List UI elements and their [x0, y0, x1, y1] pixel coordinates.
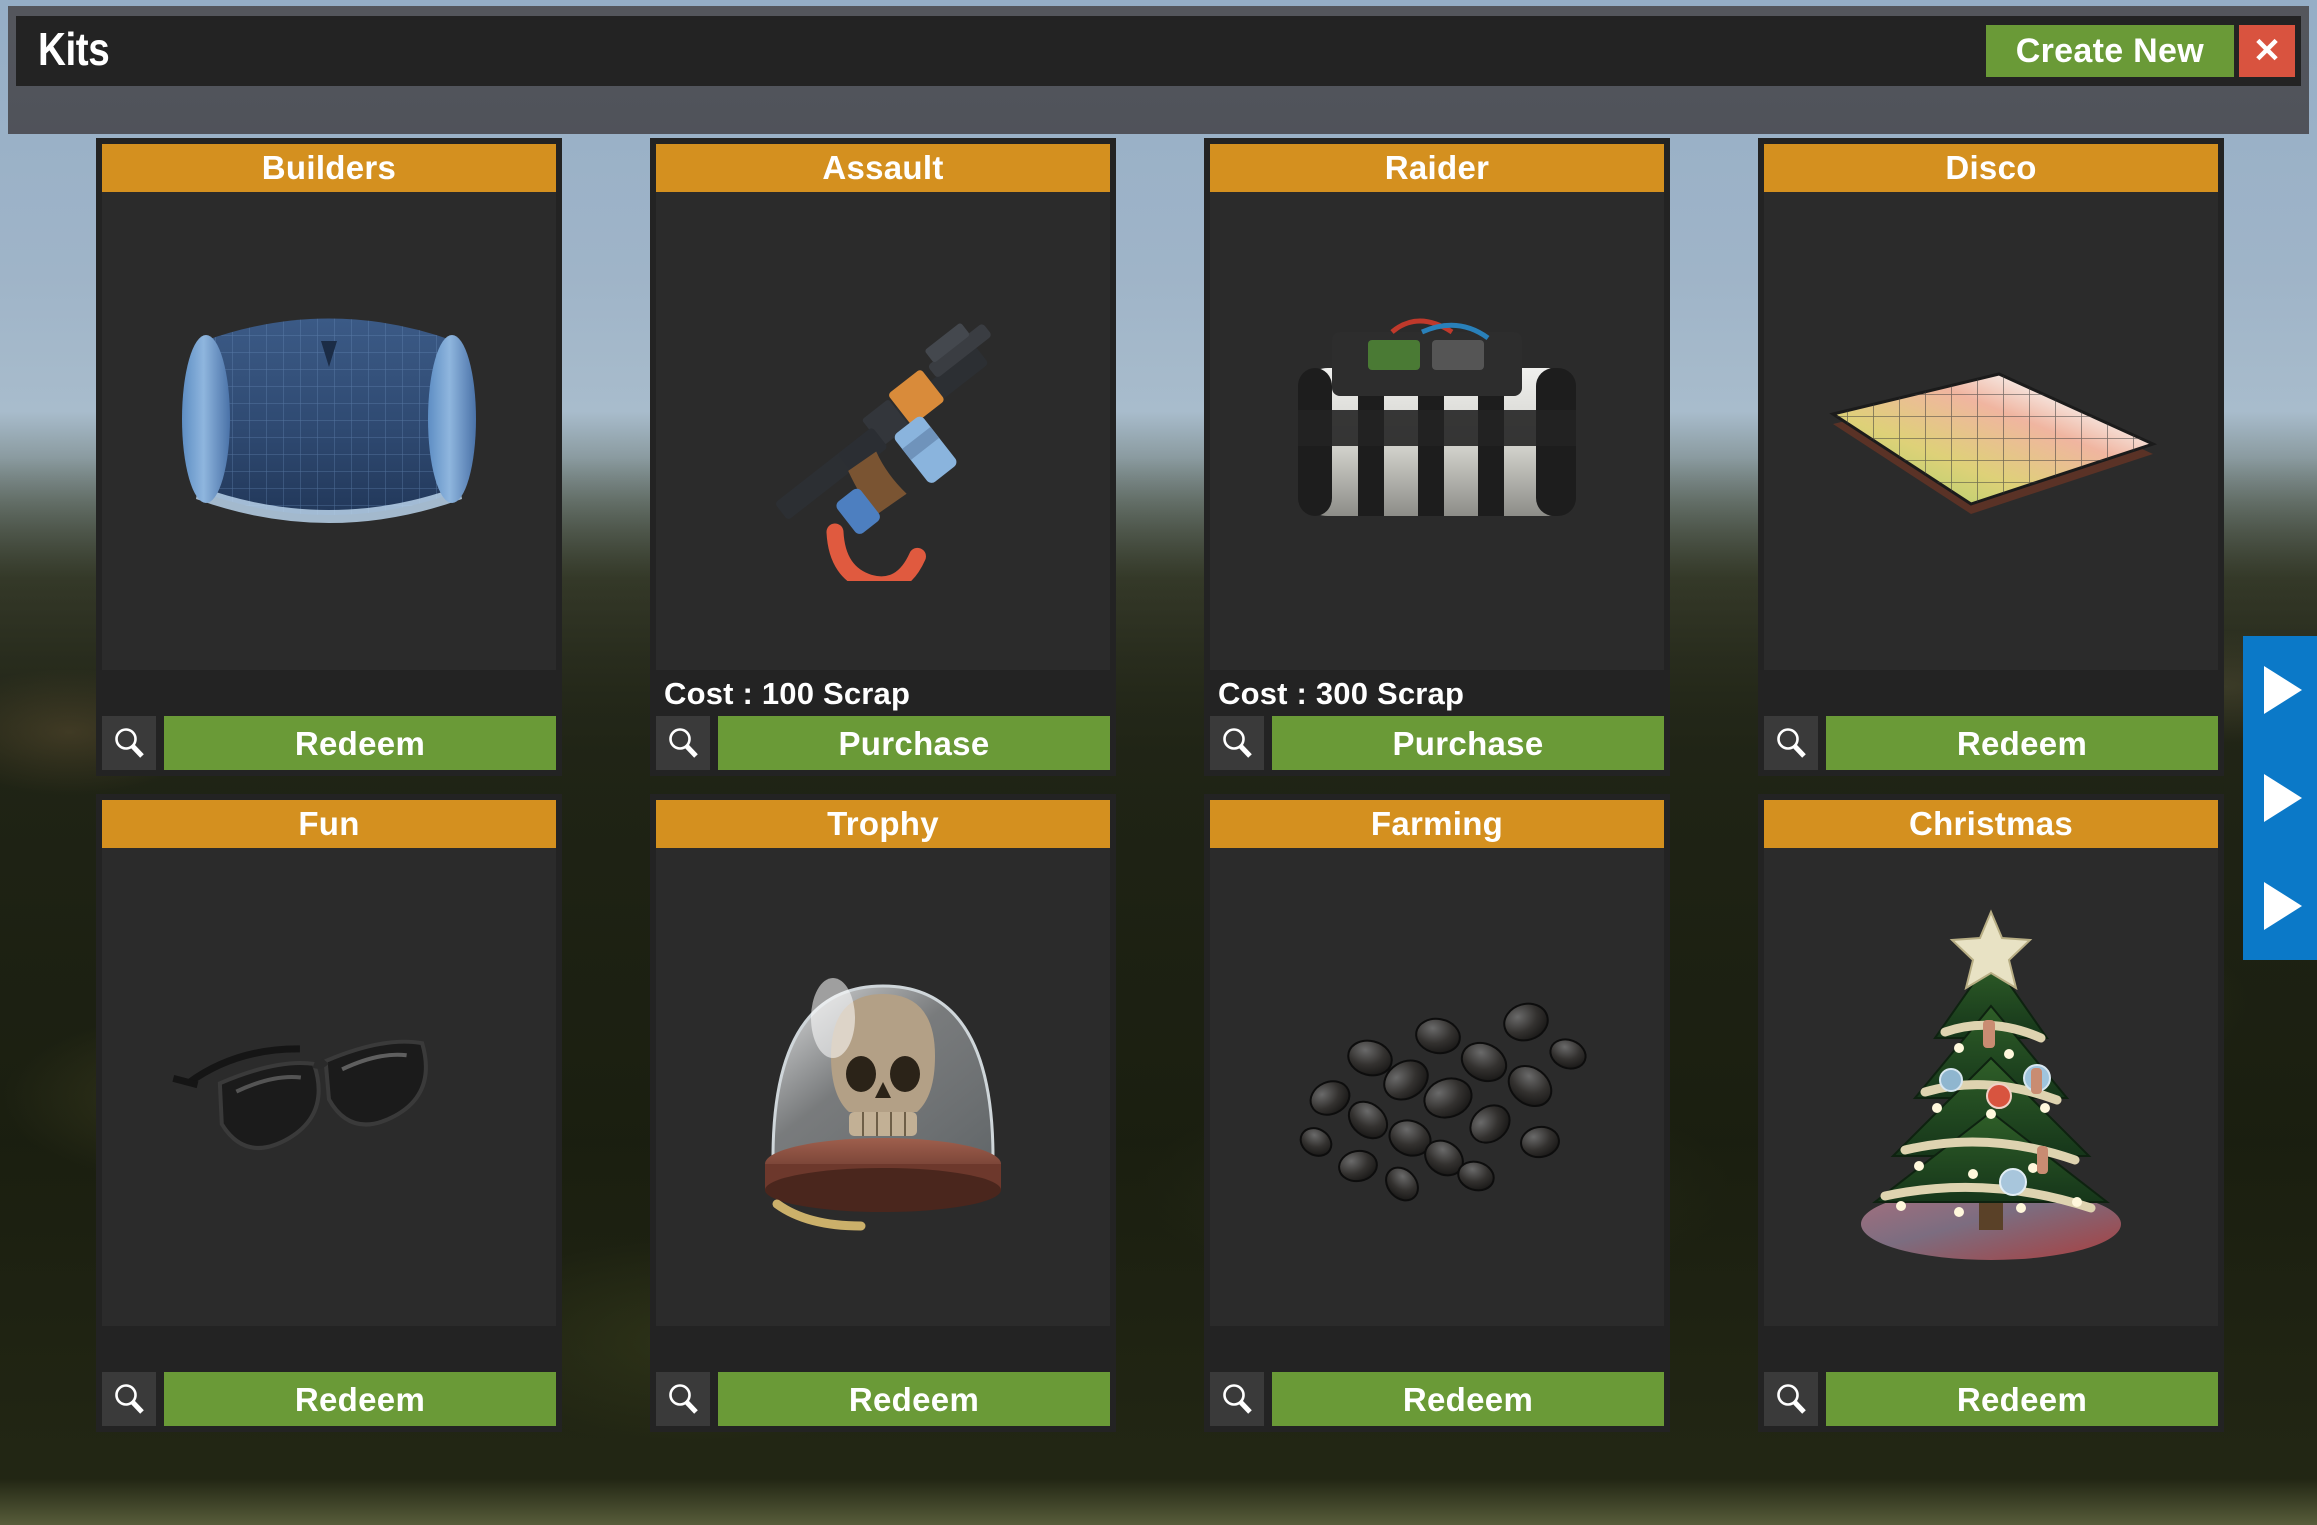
search-icon [112, 726, 146, 760]
window-frame: Kits Create New ✕ [8, 6, 2309, 134]
kit-artwork-disco-floor [1764, 192, 2218, 670]
play-arrow-icon[interactable] [2264, 774, 2302, 822]
kit-card: Trophy Redeem [650, 794, 1116, 1432]
kit-card-title: Disco [1764, 144, 2218, 192]
kit-action-button[interactable]: Redeem [164, 1372, 556, 1426]
kit-card-footer: Redeem [102, 1368, 556, 1426]
kit-card-preview [1764, 848, 2218, 1326]
search-icon [112, 1382, 146, 1416]
kit-card-footer: Redeem [1764, 1368, 2218, 1426]
kit-card-title: Farming [1210, 800, 1664, 848]
kit-card: Fun Redeem [96, 794, 562, 1432]
kit-cost-label: Cost : 300 Scrap [1218, 676, 1465, 711]
kit-action-button[interactable]: Purchase [1272, 716, 1664, 770]
kit-action-button[interactable]: Redeem [164, 716, 556, 770]
search-icon-button[interactable] [1210, 716, 1264, 770]
kit-card-footer: Redeem [102, 712, 556, 770]
close-button[interactable]: ✕ [2239, 25, 2295, 77]
search-icon-button[interactable] [102, 716, 156, 770]
kit-card-preview [656, 848, 1110, 1326]
kit-card-title: Christmas [1764, 800, 2218, 848]
kit-card-title: Trophy [656, 800, 1110, 848]
kit-card-preview [1210, 848, 1664, 1326]
kit-card-footer: Purchase [1210, 712, 1664, 770]
kit-card: Disco Redeem [1758, 138, 2224, 776]
kit-card: Christmas Redeem [1758, 794, 2224, 1432]
search-icon [1774, 1382, 1808, 1416]
search-icon-button[interactable] [656, 1372, 710, 1426]
play-arrow-icon[interactable] [2264, 882, 2302, 930]
page-title: Kits [38, 23, 110, 75]
kit-card-title: Fun [102, 800, 556, 848]
search-icon [1774, 726, 1808, 760]
search-icon-button[interactable] [656, 716, 710, 770]
kit-artwork-seeds [1210, 848, 1664, 1326]
kit-card-preview [1764, 192, 2218, 670]
kit-artwork-skull-trophy [656, 848, 1110, 1326]
search-icon [1220, 726, 1254, 760]
kit-artwork-sunglasses [102, 848, 556, 1326]
search-icon-button[interactable] [1764, 1372, 1818, 1426]
kit-card-title: Assault [656, 144, 1110, 192]
kit-card-preview [102, 192, 556, 670]
kit-cost-label: Cost : 100 Scrap [664, 676, 911, 711]
close-icon: ✕ [2252, 32, 2282, 70]
kit-card-title: Raider [1210, 144, 1664, 192]
kit-card: Raider Cost: 300 Scrap Purchase [1204, 138, 1670, 776]
kit-card-footer: Purchase [656, 712, 1110, 770]
titlebar-actions: Create New ✕ [1985, 25, 2295, 77]
page-arrows-strip [2243, 636, 2317, 960]
search-icon [1220, 1382, 1254, 1416]
kit-card: Builders Redeem [96, 138, 562, 776]
search-icon-button[interactable] [102, 1372, 156, 1426]
kits-grid: Builders Redeem Assault Cost: 100 Scrap… [96, 138, 2226, 1432]
search-icon [666, 1382, 700, 1416]
kit-artwork-explosive-charge [1210, 192, 1664, 670]
kit-action-button[interactable]: Redeem [718, 1372, 1110, 1426]
search-icon-button[interactable] [1764, 716, 1818, 770]
kit-card-preview [656, 192, 1110, 670]
kit-card-title: Builders [102, 144, 556, 192]
kit-artwork-blueprint [102, 192, 556, 670]
kit-action-button[interactable]: Redeem [1272, 1372, 1664, 1426]
kit-artwork-rifle [656, 192, 1110, 670]
kit-artwork-christmas-tree [1764, 848, 2218, 1326]
kit-card-footer: Redeem [1210, 1368, 1664, 1426]
search-icon [666, 726, 700, 760]
kit-card-footer: Redeem [656, 1368, 1110, 1426]
kit-card-footer: Redeem [1764, 712, 2218, 770]
play-arrow-icon[interactable] [2264, 666, 2302, 714]
titlebar: Kits Create New ✕ [16, 16, 2301, 86]
kit-card: Farming Redeem [1204, 794, 1670, 1432]
app-root: Kits Create New ✕ Builders Redeem Assaul… [0, 0, 2317, 1525]
kit-card-preview [102, 848, 556, 1326]
create-new-button[interactable]: Create New [1985, 25, 2234, 77]
kit-action-button[interactable]: Purchase [718, 716, 1110, 770]
kit-action-button[interactable]: Redeem [1826, 716, 2218, 770]
kit-action-button[interactable]: Redeem [1826, 1372, 2218, 1426]
search-icon-button[interactable] [1210, 1372, 1264, 1426]
kit-card: Assault Cost : 100 Scrap Purchase [650, 138, 1116, 776]
kit-card-preview [1210, 192, 1664, 670]
